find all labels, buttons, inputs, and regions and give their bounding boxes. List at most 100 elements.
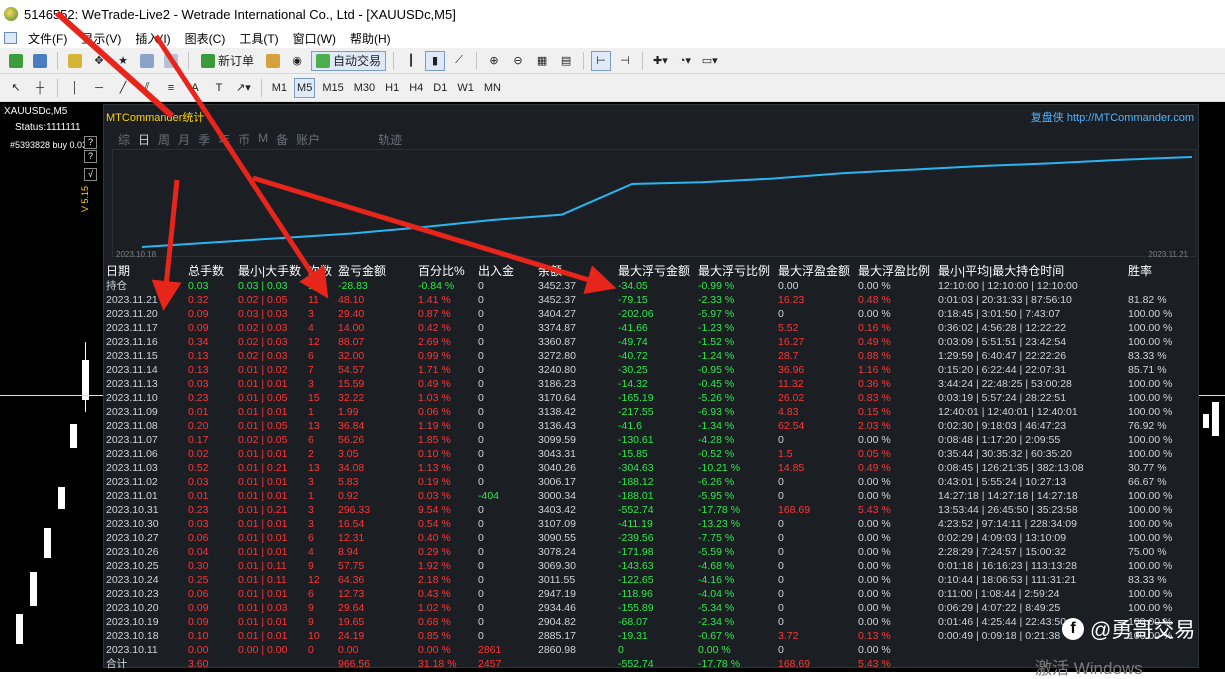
panel-tab[interactable]: 轨迹	[378, 131, 402, 148]
line-chart-icon[interactable]: ⟋	[449, 51, 469, 71]
chart-window-icon[interactable]	[4, 32, 17, 44]
menu-charts[interactable]: 图表(C)	[178, 30, 233, 47]
table-cell: 9	[308, 602, 314, 614]
new-chart-icon[interactable]	[6, 51, 26, 71]
panel-tab[interactable]: 年	[218, 131, 230, 148]
table-cell: 0	[478, 336, 484, 348]
terminal-icon[interactable]	[137, 51, 157, 71]
panel-tab[interactable]: 综	[118, 131, 130, 148]
fibonacci-icon[interactable]: ≡	[161, 78, 181, 98]
table-cell: 100.00 %	[1128, 308, 1173, 320]
table-cell: 0.85 %	[418, 630, 451, 642]
table-cell: 100.00 %	[1128, 434, 1173, 446]
table-cell: 0.01 | 0.01	[238, 518, 288, 530]
menu-view[interactable]: 显示(V)	[74, 30, 128, 47]
confirm-button[interactable]: √	[84, 168, 97, 181]
zoom-in-icon[interactable]: ⊕	[484, 51, 504, 71]
panel-tab[interactable]: 账户	[296, 131, 320, 148]
zoom-out-icon[interactable]: ⊖	[508, 51, 528, 71]
menu-window[interactable]: 窗口(W)	[286, 30, 343, 47]
tf-d1[interactable]: D1	[430, 78, 450, 98]
table-cell: -5.97 %	[698, 308, 735, 320]
table-cell: -171.98	[618, 546, 654, 558]
table-cell: 0.02 | 0.05	[238, 434, 288, 446]
signals-icon[interactable]: ◉	[287, 51, 307, 71]
tf-w1[interactable]: W1	[454, 78, 477, 98]
tf-h4[interactable]: H4	[406, 78, 426, 98]
panel-tab[interactable]: 月	[178, 131, 190, 148]
table-cell: 54.57	[338, 364, 365, 376]
bar-chart-icon[interactable]: ┃	[401, 51, 421, 71]
table-cell: 0.04	[188, 546, 209, 558]
favorites-icon[interactable]: ★	[113, 51, 133, 71]
arrows-icon[interactable]: ↗▾	[233, 78, 254, 98]
table-cell: 36.84	[338, 420, 365, 432]
table-cell: 2023.11.06	[106, 448, 158, 460]
tf-m15[interactable]: M15	[319, 78, 346, 98]
market-watch-icon[interactable]	[65, 51, 85, 71]
horizontal-line-icon[interactable]: ─	[89, 78, 109, 98]
table-cell: 0:03:19 | 5:57:24 | 28:22:51	[938, 392, 1067, 404]
chart-shift-icon[interactable]: ⊢	[591, 50, 612, 71]
equidistant-channel-icon[interactable]: ⫽	[137, 78, 157, 98]
panel-brand-link[interactable]: 复盘侠 http://MTCommander.com	[1031, 109, 1194, 125]
vertical-line-icon[interactable]: │	[65, 78, 85, 98]
menu-insert[interactable]: 插入(I)	[128, 30, 177, 47]
templates-icon[interactable]: ▭▾	[699, 51, 721, 71]
total-row: 合计 3.60 966.56 31.18 % 2457 -552.74 -17.78 % 16…	[106, 657, 1196, 671]
table-cell: 62.54	[778, 420, 805, 432]
info-button[interactable]: ?	[84, 150, 97, 163]
tf-m1[interactable]: M1	[269, 78, 290, 98]
auto-trading-button[interactable]: 自动交易	[311, 50, 387, 71]
table-cell: -17.78 %	[698, 658, 741, 670]
trendline-icon[interactable]: ╱	[113, 78, 133, 98]
periods-icon[interactable]: ◔▾	[675, 51, 695, 71]
candlestick-icon[interactable]: ▮	[425, 50, 446, 71]
table-cell: 1	[308, 490, 314, 502]
table-cell: 100.00 %	[1128, 602, 1173, 614]
table-cell: 1.02 %	[418, 602, 451, 614]
menu-help[interactable]: 帮助(H)	[343, 30, 398, 47]
table-cell: 0.09	[188, 308, 209, 320]
new-order-button[interactable]: 新订单	[196, 51, 259, 71]
autoscroll-icon[interactable]: ▤	[556, 51, 576, 71]
tf-mn[interactable]: MN	[481, 78, 504, 98]
table-row: 2023.11.01 0.01 0.01 | 0.01 1 0.92 0.03 % -404…	[106, 489, 1196, 503]
table-cell: -1.52 %	[698, 336, 735, 348]
tile-windows-icon[interactable]: ▦	[532, 51, 552, 71]
navigator-icon[interactable]: ✥	[89, 51, 109, 71]
table-cell: 持仓	[106, 280, 127, 292]
panel-tab[interactable]: 季	[198, 131, 210, 148]
table-cell: 0.01 | 0.01	[238, 630, 288, 642]
indicators-icon[interactable]: ✚▾	[650, 51, 671, 71]
period-separators-icon[interactable]: ⊣	[615, 51, 635, 71]
table-cell: 最大浮盈金额	[778, 264, 851, 278]
table-row: 2023.11.08 0.20 0.01 | 0.05 13 36.84 1.19 % 0 3…	[106, 419, 1196, 433]
metaeditor-icon[interactable]	[263, 51, 283, 71]
table-cell: 0.00 %	[858, 308, 891, 320]
panel-tab[interactable]: 币	[238, 131, 250, 148]
panel-tab[interactable]: 备	[276, 131, 288, 148]
panel-tab[interactable]: 周	[158, 131, 170, 148]
table-cell: 64.36	[338, 574, 365, 586]
chart-window[interactable]: XAUUSDc,M5 Status:1111111 #5393828 buy 0…	[0, 102, 1225, 672]
menu-file[interactable]: 文件(F)	[21, 30, 74, 47]
table-cell: 0.00 %	[858, 280, 891, 292]
table-cell: 100.00 %	[1128, 560, 1173, 572]
table-cell: 0	[478, 294, 484, 306]
menu-tools[interactable]: 工具(T)	[232, 30, 285, 47]
crosshair-icon[interactable]: ┼	[30, 78, 50, 98]
strategy-tester-icon[interactable]	[161, 51, 181, 71]
panel-tab[interactable]: M	[258, 131, 268, 148]
profiles-icon[interactable]	[30, 51, 50, 71]
panel-tab[interactable]: 日	[138, 131, 150, 148]
text-icon[interactable]: A	[185, 78, 205, 98]
table-cell: 0.00 %	[858, 602, 891, 614]
help-button[interactable]: ?	[84, 136, 97, 149]
table-cell: -188.12	[618, 476, 654, 488]
text-label-icon[interactable]: T	[209, 78, 229, 98]
tf-h1[interactable]: H1	[382, 78, 402, 98]
cursor-icon[interactable]: ↖	[6, 78, 26, 98]
tf-m30[interactable]: M30	[351, 78, 378, 98]
tf-m5[interactable]: M5	[294, 77, 316, 98]
